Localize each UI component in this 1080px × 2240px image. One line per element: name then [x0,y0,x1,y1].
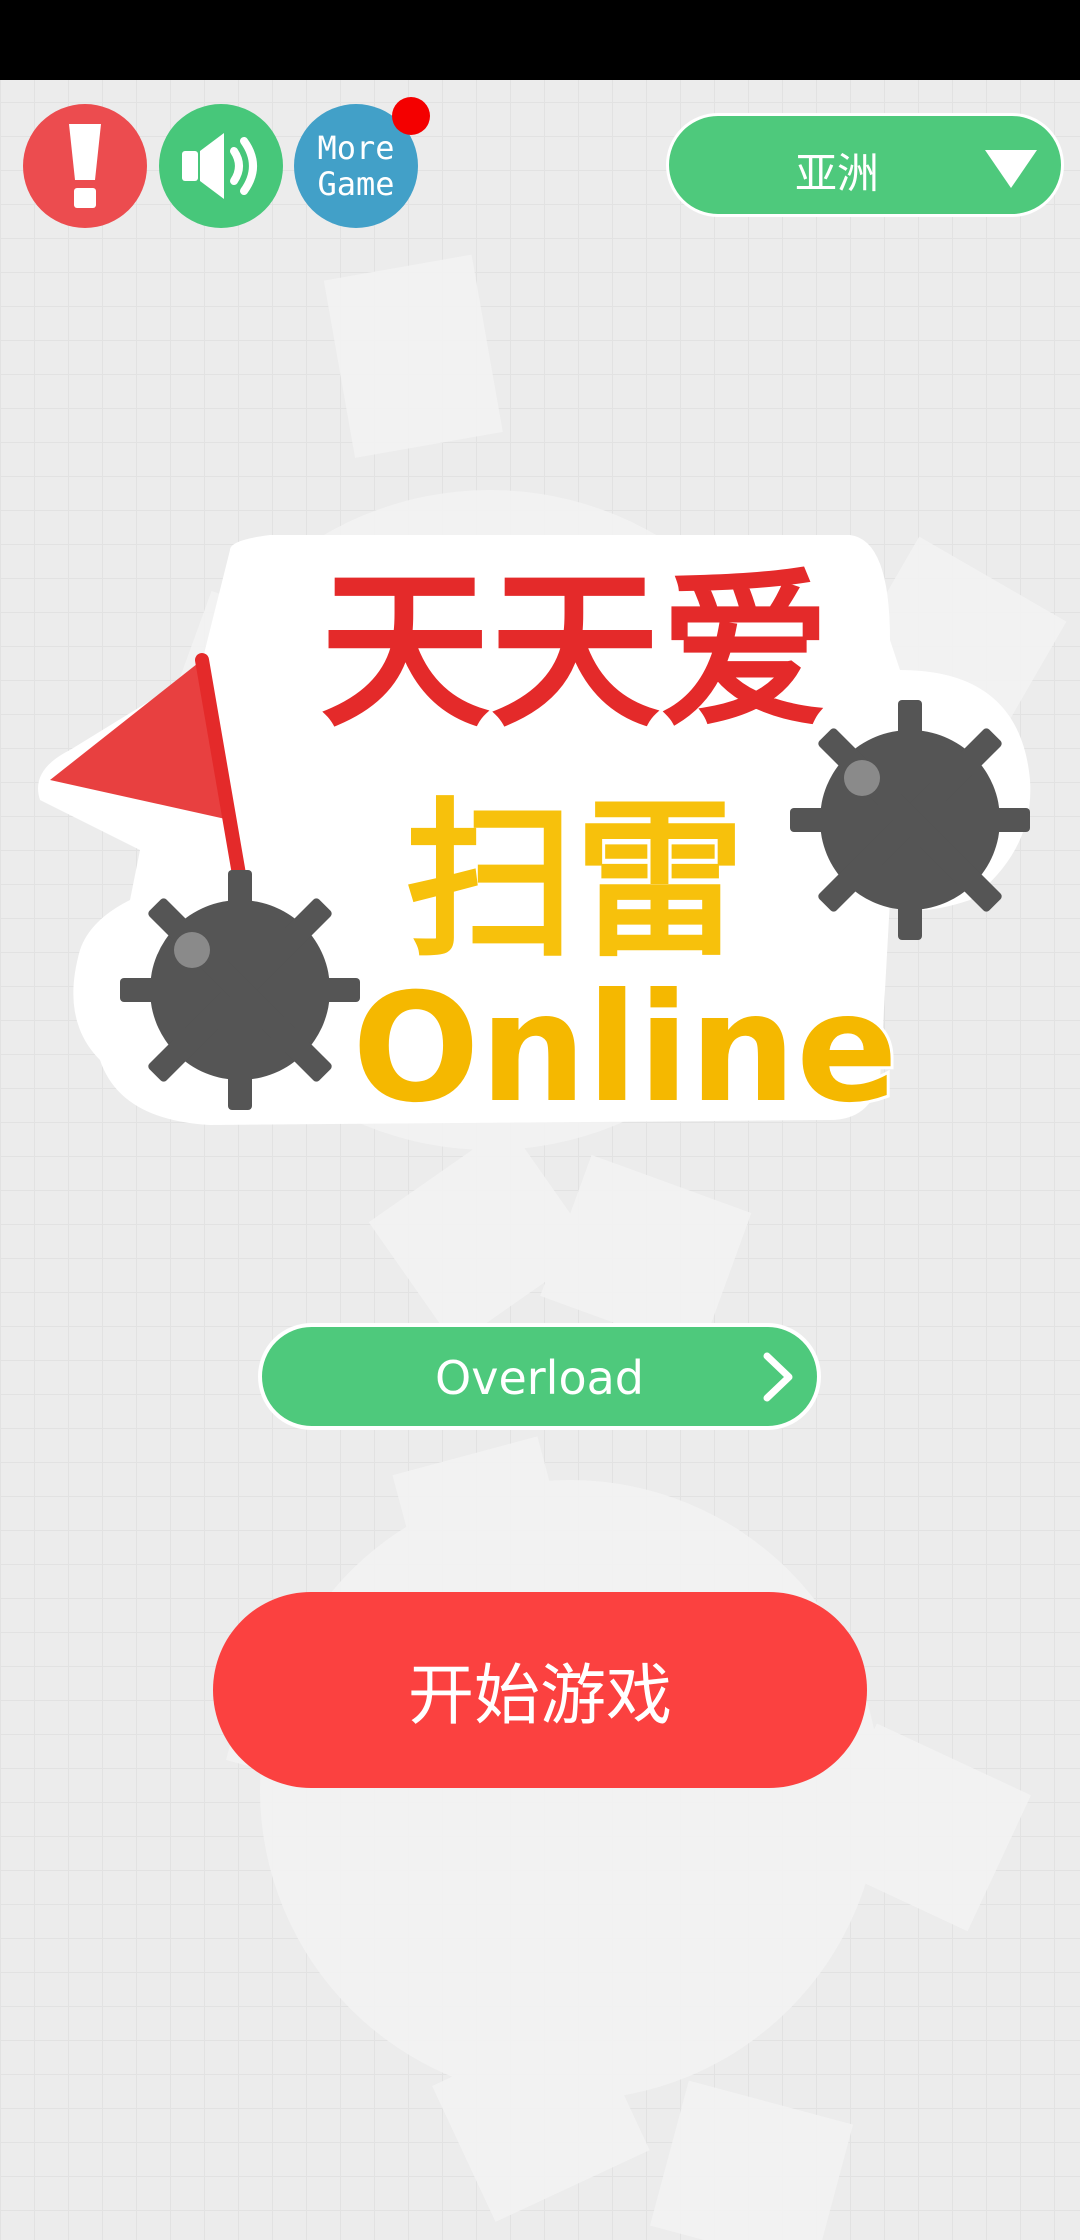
exclamation-icon [69,124,101,208]
start-game-label: 开始游戏 [408,1657,672,1734]
logo-line2: 扫雷 [405,783,745,981]
chevron-right-icon [763,1352,793,1402]
more-game-line1: More [317,129,395,167]
notification-dot [392,97,430,135]
region-dropdown[interactable]: 亚洲 [666,113,1064,217]
game-logo: 天天爱 扫雷 Online [38,535,1031,1139]
start-game-button[interactable]: 开始游戏 [213,1592,867,1788]
region-label: 亚洲 [794,149,879,198]
speaker-icon [182,133,257,199]
more-game-line2: Game [317,165,395,203]
mine-icon-left [120,870,360,1110]
overload-label: Overload [435,1351,644,1405]
status-bar [0,0,1080,80]
logo-line1: 天天爱 [320,553,830,751]
info-button[interactable] [23,104,147,228]
sound-toggle-button[interactable] [159,104,283,228]
overload-button[interactable]: Overload [258,1323,821,1430]
dropdown-triangle-icon [985,150,1037,188]
logo-line3: Online [352,962,898,1136]
